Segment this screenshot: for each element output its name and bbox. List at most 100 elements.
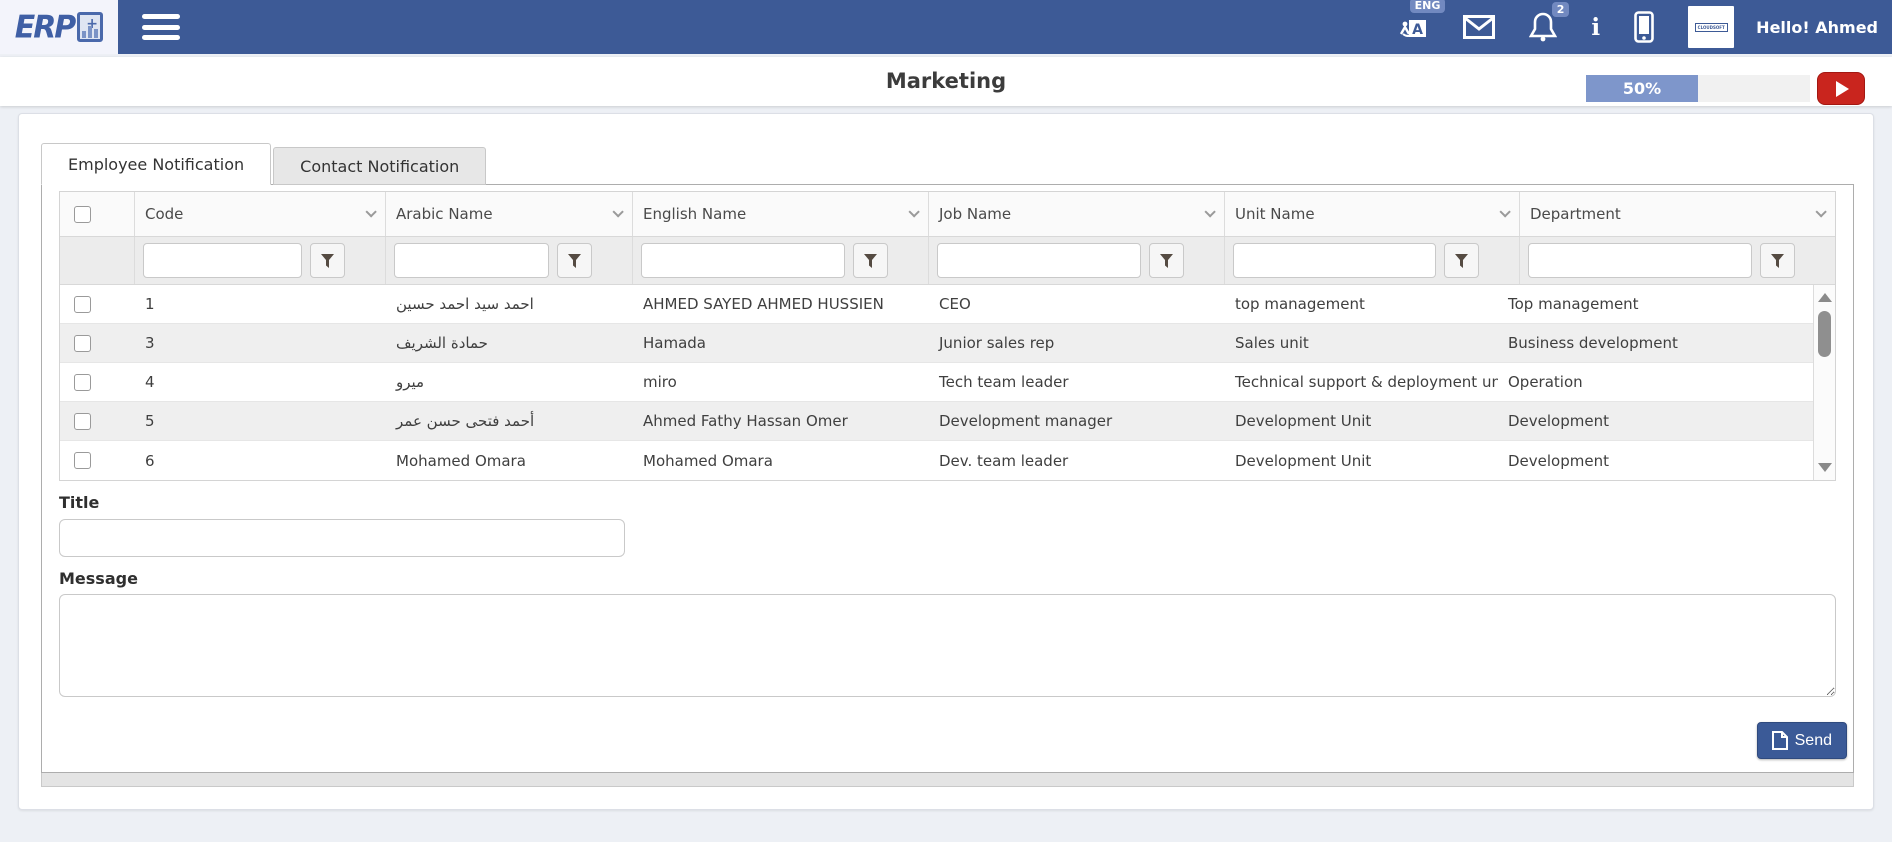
cell-unit-name: Development Unit (1225, 441, 1498, 480)
table-row[interactable]: 4 ميرو miro Tech team leader Technical s… (60, 363, 1813, 402)
app-logo-text: ERP (15, 9, 75, 46)
video-tutorial-button[interactable] (1817, 72, 1865, 105)
row-checkbox[interactable] (74, 413, 91, 430)
main-panel: Employee Notification Contact Notificati… (18, 113, 1874, 810)
row-checkbox[interactable] (74, 374, 91, 391)
cell-arabic-name: أحمد فتحى حسن عمر (386, 402, 633, 440)
filter-input-job-name[interactable] (937, 243, 1141, 278)
cell-english-name: Mohamed Omara (633, 441, 929, 480)
mobile-app-icon[interactable] (1634, 11, 1654, 43)
cell-job-name: Dev. team leader (929, 441, 1225, 480)
filter-input-english-name[interactable] (641, 243, 845, 278)
filter-input-unit-name[interactable] (1233, 243, 1436, 278)
cell-code: 1 (135, 285, 386, 323)
cell-department: Development (1498, 402, 1813, 440)
column-header-department[interactable]: Department (1520, 192, 1835, 236)
cell-code: 6 (135, 441, 386, 480)
column-header-job-name[interactable]: Job Name (929, 192, 1225, 236)
table-row[interactable]: 1 احمد سيد احمد حسين AHMED SAYED AHMED H… (60, 285, 1813, 324)
title-input[interactable] (59, 519, 625, 557)
select-all-cell (60, 192, 135, 236)
cell-department: Operation (1498, 363, 1813, 401)
grid-footer-strip (41, 773, 1854, 787)
filter-button-unit-name[interactable] (1444, 243, 1479, 278)
table-row[interactable]: 5 أحمد فتحى حسن عمر Ahmed Fathy Hassan O… (60, 402, 1813, 441)
menu-toggle-icon[interactable] (142, 14, 180, 40)
scrollbar-thumb[interactable] (1818, 311, 1831, 357)
funnel-icon (864, 254, 877, 268)
column-header-arabic-name[interactable]: Arabic Name (386, 192, 633, 236)
filter-button-english-name[interactable] (853, 243, 888, 278)
smartphone-icon (1634, 11, 1654, 43)
filter-button-job-name[interactable] (1149, 243, 1184, 278)
chevron-down-icon[interactable] (365, 206, 376, 217)
cell-code: 5 (135, 402, 386, 440)
row-checkbox[interactable] (74, 452, 91, 469)
cell-unit-name: Technical support & deployment unit (1225, 363, 1498, 401)
row-checkbox[interactable] (74, 296, 91, 313)
message-label: Message (59, 569, 1836, 588)
cell-unit-name: Sales unit (1225, 324, 1498, 362)
filter-button-code[interactable] (310, 243, 345, 278)
play-icon (1836, 81, 1849, 97)
cell-job-name: CEO (929, 285, 1225, 323)
company-logo-text: CLOUDSOFT (1695, 23, 1728, 32)
table-row[interactable]: 6 Mohamed Omara Mohamed Omara Dev. team … (60, 441, 1813, 480)
row-checkbox[interactable] (74, 335, 91, 352)
progress-fill: 50% (1586, 75, 1698, 102)
message-textarea[interactable] (59, 594, 1836, 697)
app-logo[interactable]: ERP + (0, 0, 118, 54)
language-icon[interactable]: A ENG (1399, 12, 1429, 42)
tab-contact-notification[interactable]: Contact Notification (273, 147, 486, 185)
cell-unit-name: top management (1225, 285, 1498, 323)
filter-input-arabic-name[interactable] (394, 243, 549, 278)
messages-icon[interactable] (1463, 15, 1495, 39)
column-header-code[interactable]: Code (135, 192, 386, 236)
cell-job-name: Tech team leader (929, 363, 1225, 401)
filter-input-code[interactable] (143, 243, 302, 278)
column-header-unit-name[interactable]: Unit Name (1225, 192, 1520, 236)
select-all-checkbox[interactable] (74, 206, 91, 223)
filter-input-department[interactable] (1528, 243, 1752, 278)
funnel-icon (1771, 254, 1784, 268)
notifications-icon[interactable]: 2 (1529, 12, 1557, 42)
cell-department: Business development (1498, 324, 1813, 362)
document-icon (1772, 731, 1788, 750)
chevron-down-icon[interactable] (1204, 206, 1215, 217)
company-logo[interactable]: CLOUDSOFT (1688, 6, 1734, 48)
cell-arabic-name: حمادة الشريف (386, 324, 633, 362)
notification-tabs: Employee Notification Contact Notificati… (41, 147, 488, 185)
tab-employee-notification[interactable]: Employee Notification (41, 143, 271, 185)
progress-bar: 50% (1586, 75, 1810, 102)
cell-arabic-name: احمد سيد احمد حسين (386, 285, 633, 323)
cell-english-name: AHMED SAYED AHMED HUSSIEN (633, 285, 929, 323)
chevron-down-icon[interactable] (908, 206, 919, 217)
title-label: Title (59, 493, 1836, 512)
cell-department: Top management (1498, 285, 1813, 323)
cell-english-name: Ahmed Fathy Hassan Omer (633, 402, 929, 440)
filter-button-arabic-name[interactable] (557, 243, 592, 278)
cell-unit-name: Development Unit (1225, 402, 1498, 440)
grid-vertical-scrollbar[interactable] (1813, 285, 1835, 480)
cell-english-name: miro (633, 363, 929, 401)
svg-text:A: A (1413, 22, 1424, 38)
chevron-down-icon[interactable] (1815, 206, 1826, 217)
filter-button-department[interactable] (1760, 243, 1795, 278)
send-button[interactable]: Send (1757, 722, 1847, 759)
cell-job-name: Development manager (929, 402, 1225, 440)
grid-rows: 1 احمد سيد احمد حسين AHMED SAYED AHMED H… (60, 285, 1813, 480)
cell-arabic-name: Mohamed Omara (386, 441, 633, 480)
scroll-down-arrow[interactable] (1818, 463, 1832, 472)
cell-job-name: Junior sales rep (929, 324, 1225, 362)
app-logo-icon: + (77, 12, 103, 42)
language-badge: ENG (1410, 0, 1446, 13)
column-header-english-name[interactable]: English Name (633, 192, 929, 236)
scroll-up-arrow[interactable] (1818, 293, 1832, 302)
chevron-down-icon[interactable] (612, 206, 623, 217)
chevron-down-icon[interactable] (1499, 206, 1510, 217)
employee-notification-content: Code Arabic Name English Name Job Name U… (41, 184, 1854, 773)
table-row[interactable]: 3 حمادة الشريف Hamada Junior sales rep S… (60, 324, 1813, 363)
info-icon[interactable]: i (1591, 14, 1600, 41)
funnel-icon (1455, 254, 1468, 268)
cell-code: 4 (135, 363, 386, 401)
